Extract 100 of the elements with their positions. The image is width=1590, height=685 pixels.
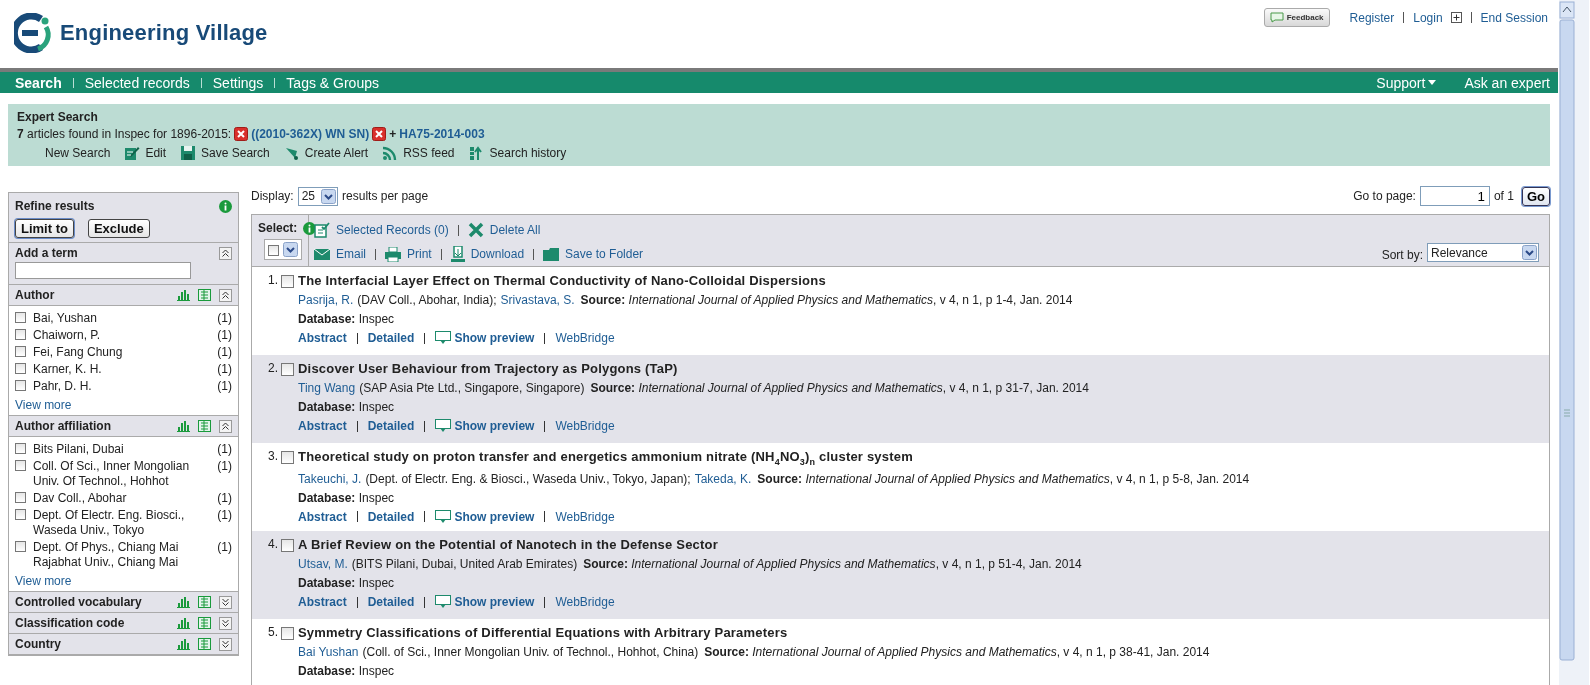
- checkbox[interactable]: [15, 460, 26, 471]
- remove-icon[interactable]: [234, 127, 249, 141]
- record-action-link[interactable]: Delete All: [467, 222, 541, 238]
- checkbox[interactable]: [281, 539, 294, 552]
- expand-icon[interactable]: [219, 616, 232, 630]
- search-action-link[interactable]: Search history: [468, 145, 567, 161]
- select-all-control[interactable]: [264, 239, 302, 260]
- expand-icon[interactable]: [219, 595, 232, 609]
- search-action-link[interactable]: RSS feed: [382, 145, 455, 161]
- result-title[interactable]: A Brief Review on the Potential of Nanotech in the Defense Sector: [298, 537, 1082, 552]
- nav-tab[interactable]: Settings: [212, 74, 264, 91]
- expand-icon[interactable]: [1450, 12, 1462, 23]
- per-page-dropdown[interactable]: 25: [297, 186, 339, 206]
- account-link[interactable]: Register: [1349, 10, 1395, 25]
- result-link[interactable]: WebBridge: [555, 419, 615, 433]
- support-menu[interactable]: Support: [1376, 74, 1437, 91]
- record-action-link[interactable]: Print: [385, 246, 432, 262]
- author-link[interactable]: Pasrija, R.: [298, 293, 354, 307]
- result-link[interactable]: Abstract: [298, 331, 347, 345]
- checkbox[interactable]: [281, 451, 294, 464]
- checkbox[interactable]: [15, 363, 26, 374]
- remove-icon[interactable]: [372, 127, 387, 141]
- result-link[interactable]: Show preview: [435, 331, 535, 345]
- limit-button[interactable]: Limit to: [15, 219, 74, 238]
- nav-tab[interactable]: Tags & Groups: [286, 74, 379, 91]
- checkbox[interactable]: [15, 346, 26, 357]
- bar-chart-icon[interactable]: [177, 289, 190, 301]
- record-action-link[interactable]: Download: [450, 246, 525, 262]
- record-action-link[interactable]: Selected Records (0): [314, 222, 449, 238]
- database-text: Database: Inspec: [298, 490, 396, 505]
- result-title[interactable]: Discover User Behaviour from Trajectory as Polygons (TaP): [298, 361, 1089, 376]
- search-action-link[interactable]: New Search: [45, 146, 111, 160]
- sort-dropdown[interactable]: Relevance: [1427, 243, 1539, 262]
- checkbox[interactable]: [15, 541, 26, 552]
- record-action-link[interactable]: Save to Folder: [543, 247, 644, 261]
- result-link[interactable]: Detailed: [367, 595, 415, 609]
- nav-tab[interactable]: Search: [15, 74, 62, 91]
- collapse-icon[interactable]: [219, 419, 232, 433]
- result-title[interactable]: Symmetry Classifications of Differential Equations with Arbitrary Parameters: [298, 625, 1210, 640]
- exclude-button[interactable]: Exclude: [87, 219, 150, 238]
- view-more-link[interactable]: View more: [15, 574, 72, 588]
- search-term-link[interactable]: ((2010-362X) WN SN): [251, 127, 370, 141]
- record-action-link[interactable]: Email: [314, 247, 366, 261]
- bar-chart-icon[interactable]: [177, 596, 190, 608]
- result-link[interactable]: WebBridge: [555, 331, 615, 345]
- export-list-icon[interactable]: [198, 596, 211, 608]
- checkbox[interactable]: [281, 363, 294, 376]
- checkbox[interactable]: [15, 443, 26, 454]
- collapse-icon[interactable]: [219, 288, 232, 302]
- info-icon[interactable]: [219, 199, 232, 213]
- page-count-text: of 1: [1493, 189, 1514, 203]
- export-list-icon[interactable]: [198, 420, 211, 432]
- result-link[interactable]: Abstract: [298, 509, 347, 524]
- result-link[interactable]: Show preview: [435, 509, 535, 524]
- nav-link[interactable]: Ask an expert: [1464, 74, 1550, 91]
- nav-tab[interactable]: Selected records: [84, 74, 190, 91]
- bar-chart-icon[interactable]: [177, 617, 190, 629]
- result-link[interactable]: Abstract: [298, 419, 347, 433]
- author-link[interactable]: Bai Yushan: [298, 645, 359, 659]
- go-button[interactable]: Go: [1521, 186, 1550, 206]
- search-action-link[interactable]: Edit: [124, 145, 167, 161]
- term-field[interactable]: [15, 262, 191, 279]
- search-term-link[interactable]: HA75-2014-003: [399, 127, 485, 141]
- account-link[interactable]: Login: [1413, 10, 1443, 25]
- bar-chart-icon[interactable]: [177, 638, 190, 650]
- checkbox[interactable]: [15, 312, 26, 323]
- checkbox[interactable]: [281, 627, 294, 640]
- author-link[interactable]: Utsav, M.: [298, 557, 348, 571]
- export-list-icon[interactable]: [198, 289, 211, 301]
- result-link[interactable]: Detailed: [367, 419, 415, 433]
- result-link[interactable]: Detailed: [367, 331, 415, 345]
- checkbox[interactable]: [15, 380, 26, 391]
- search-action-link[interactable]: Create Alert: [283, 145, 369, 161]
- feedback-button[interactable]: Feedback: [1263, 8, 1330, 27]
- result-link[interactable]: Show preview: [435, 419, 535, 433]
- search-action-link[interactable]: Save Search: [180, 145, 270, 161]
- result-link[interactable]: WebBridge: [555, 595, 615, 609]
- result-title[interactable]: Theoretical study on proton transfer and energetics ammonium nitrate (NH$_{4}$NO$_{3}$)$_{n}$ cluster system: [298, 449, 1250, 467]
- checkbox[interactable]: [15, 492, 26, 503]
- checkbox[interactable]: [281, 275, 294, 288]
- result-link[interactable]: Show preview: [435, 595, 535, 609]
- view-more-link[interactable]: View more: [15, 398, 72, 412]
- export-list-icon[interactable]: [198, 617, 211, 629]
- collapse-icon[interactable]: [219, 246, 232, 260]
- bar-chart-icon[interactable]: [177, 420, 190, 432]
- account-link[interactable]: End Session: [1480, 10, 1548, 25]
- result-link[interactable]: Abstract: [298, 595, 347, 609]
- result-link[interactable]: WebBridge: [555, 509, 615, 524]
- author-link[interactable]: Srivastava, S.: [500, 293, 575, 307]
- expand-icon[interactable]: [219, 637, 232, 651]
- checkbox[interactable]: [15, 329, 26, 340]
- result-title[interactable]: The Interfacial Layer Effect on Thermal Conductivity of Nano-Colloidal Dispersions: [298, 273, 1073, 288]
- author-link[interactable]: Ting Wang: [298, 381, 356, 395]
- author-link[interactable]: Takeda, K.: [694, 471, 752, 486]
- author-link[interactable]: Takeuchi, J.: [298, 471, 362, 486]
- page-field[interactable]: 1: [1419, 186, 1490, 206]
- checkbox[interactable]: [15, 509, 26, 520]
- result-link[interactable]: Detailed: [367, 509, 415, 524]
- scrollbar-drawing[interactable]: [1558, 0, 1590, 685]
- export-list-icon[interactable]: [198, 638, 211, 650]
